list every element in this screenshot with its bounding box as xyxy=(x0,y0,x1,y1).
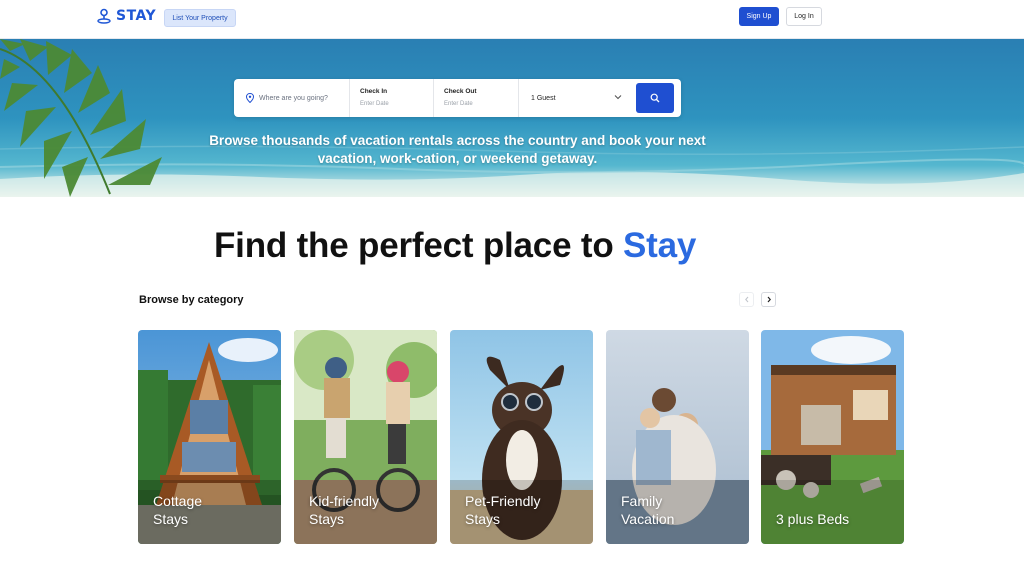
log-in-button[interactable]: Log In xyxy=(786,7,822,26)
top-navbar: STAY List Your Property Sign Up Log In xyxy=(0,0,1024,39)
headline-text: Find the perfect place to xyxy=(214,226,614,265)
logo-text: STAY xyxy=(116,8,157,24)
chevron-left-icon xyxy=(744,296,748,303)
destination-placeholder: Where are you going? xyxy=(259,94,328,102)
page-headline: Find the perfect place to Stay xyxy=(214,226,696,266)
carousel-prev-button[interactable] xyxy=(739,292,754,307)
category-card-pet-friendly[interactable]: Pet-Friendly Stays xyxy=(450,330,593,544)
category-label: Pet-Friendly Stays xyxy=(465,493,541,527)
brand-logo[interactable]: STAY xyxy=(96,8,156,24)
search-bar: Where are you going? Check In Enter Date… xyxy=(234,79,681,117)
check-in-placeholder: Enter Date xyxy=(360,101,389,107)
map-pin-person-icon xyxy=(97,8,111,24)
category-label: 3 plus Beds xyxy=(776,511,850,527)
chevron-down-icon xyxy=(614,95,622,100)
check-out-placeholder: Enter Date xyxy=(444,101,473,107)
check-in-field[interactable]: Check In Enter Date xyxy=(350,79,434,117)
browse-category-title: Browse by category xyxy=(139,294,244,306)
palm-leaf-decoration xyxy=(0,39,162,197)
guests-value: 1 Guest xyxy=(531,94,556,102)
check-out-label: Check Out xyxy=(444,88,477,95)
guests-select[interactable]: 1 Guest xyxy=(519,79,634,117)
list-property-button[interactable]: List Your Property xyxy=(164,9,236,27)
category-card-cottage[interactable]: Cottage Stays xyxy=(138,330,281,544)
category-label: Kid-friendly Stays xyxy=(309,493,380,527)
sign-up-button[interactable]: Sign Up xyxy=(739,7,779,26)
check-in-label: Check In xyxy=(360,88,388,95)
headline-accent: Stay xyxy=(623,226,697,265)
carousel-next-button[interactable] xyxy=(761,292,776,307)
category-card-kid-friendly[interactable]: Kid-friendly Stays xyxy=(294,330,437,544)
category-label: Family Vacation xyxy=(621,493,675,527)
category-card-3-plus-beds[interactable]: 3 plus Beds xyxy=(761,330,904,544)
search-icon xyxy=(650,93,660,103)
check-out-field[interactable]: Check Out Enter Date xyxy=(434,79,519,117)
destination-field[interactable]: Where are you going? xyxy=(234,79,350,117)
category-label: Cottage Stays xyxy=(153,493,203,527)
hero-banner xyxy=(0,39,1024,197)
chevron-right-icon xyxy=(767,296,771,303)
location-pin-icon xyxy=(246,93,254,103)
hero-tagline: Browse thousands of vacation rentals acr… xyxy=(209,133,706,166)
search-button[interactable] xyxy=(636,83,674,113)
category-card-family-vacation[interactable]: Family Vacation xyxy=(606,330,749,544)
